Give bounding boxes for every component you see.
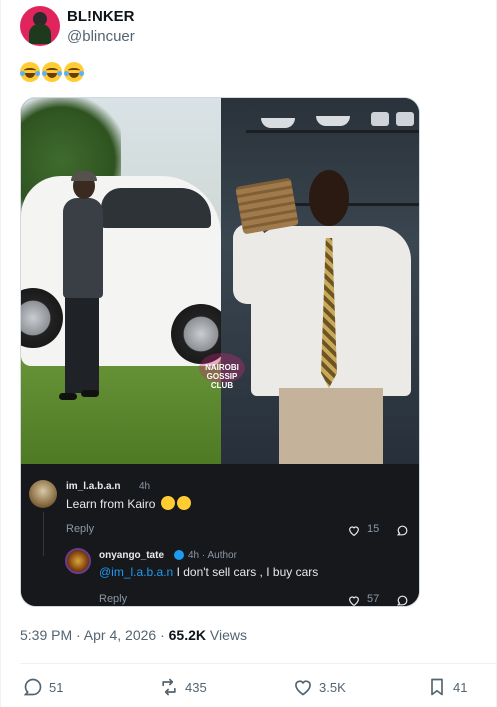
comment-text-content: Learn from Kairo (66, 497, 156, 511)
photo-man-with-car (21, 98, 221, 464)
kitchen-shelf (246, 130, 419, 133)
author-avatar[interactable] (20, 6, 60, 46)
tears-of-joy-emoji-icon (176, 496, 191, 510)
views-label: Views (206, 627, 247, 643)
man-head (309, 170, 349, 226)
repost-button[interactable]: 435 (159, 677, 207, 697)
tears-of-joy-emoji-icon (42, 62, 62, 82)
author-handle[interactable]: @blincuer (67, 28, 135, 45)
post-timestamp[interactable]: 5:39 PM · Apr 4, 2026 · (20, 627, 169, 643)
reply-text-content: I don't sell cars , I buy cars (176, 565, 319, 579)
post-media-image[interactable]: NAIROBI GOSSIP CLUB im_l.a.b.a.n 4h Lear… (20, 97, 420, 607)
author-reply-avatar (65, 548, 91, 574)
reply-text: @im_l.a.b.a.n I don't sell cars , I buy … (99, 565, 318, 579)
repost-count: 435 (185, 679, 207, 695)
embedded-comments: im_l.a.b.a.n 4h Learn from Kairo Reply 1… (21, 464, 419, 606)
bookmark-icon (431, 678, 443, 696)
post-text-emojis (20, 62, 84, 82)
avatar-figure-body (29, 24, 51, 44)
reply-button[interactable]: 51 (23, 677, 63, 697)
tears-of-joy-emoji-icon (20, 62, 40, 82)
reply-mention: @im_l.a.b.a.n (99, 565, 174, 579)
like-count: 3.5K (319, 679, 346, 695)
shoe (59, 393, 77, 400)
tears-of-joy-emoji-icon (160, 496, 175, 510)
tears-of-joy-emoji-icon (64, 62, 84, 82)
views-count: 65.2K (168, 627, 206, 643)
heart-icon (349, 526, 359, 537)
bowl (261, 118, 295, 128)
repost-icon (162, 678, 176, 696)
divider (20, 663, 497, 664)
post-meta-line: 5:39 PM · Apr 4, 2026 · 65.2K Views (20, 627, 247, 643)
man-jacket (63, 198, 103, 298)
reply-bubble-icon (23, 678, 42, 696)
reply-reply-label: Reply (99, 593, 128, 605)
heart-icon (349, 596, 359, 606)
cup (396, 112, 414, 126)
raised-arm (233, 224, 265, 304)
commenter-username: im_l.a.b.a.n (66, 481, 121, 492)
commenter-avatar (29, 480, 57, 508)
photo-man-with-cash (221, 98, 419, 464)
verified-badge-icon (174, 550, 184, 560)
reply-username: onyango_tate (99, 550, 165, 561)
bookmark-button[interactable]: 41 (427, 677, 467, 697)
heart-icon (295, 680, 311, 696)
share-bubble-icon (396, 595, 408, 606)
post-container: BL!NKER @blincuer NAIROBI GOSSIP CLUB im… (0, 0, 497, 707)
thread-line (43, 512, 44, 556)
cup (371, 112, 389, 126)
reply-meta: 4h · Author (188, 550, 237, 561)
reply-like-count: 57 (367, 593, 380, 605)
watermark-logo: NAIROBI GOSSIP CLUB (199, 353, 245, 390)
cash-stack (235, 177, 299, 235)
reply-count: 51 (49, 679, 64, 695)
author-display-name[interactable]: BL!NKER (67, 8, 135, 25)
khaki-trousers (279, 388, 383, 464)
man-cap (71, 171, 97, 181)
comment-like-count: 15 (367, 523, 380, 535)
comment-reply-label: Reply (66, 523, 95, 535)
car-window (101, 188, 211, 228)
like-button[interactable]: 3.5K (293, 677, 346, 697)
shoe (81, 390, 99, 397)
share-bubble-icon (396, 525, 408, 536)
man-trousers (65, 293, 99, 393)
comment-text: Learn from Kairo (66, 496, 191, 511)
comment-time: 4h (139, 481, 151, 492)
bookmark-count: 41 (453, 679, 468, 695)
bowl (316, 116, 350, 126)
